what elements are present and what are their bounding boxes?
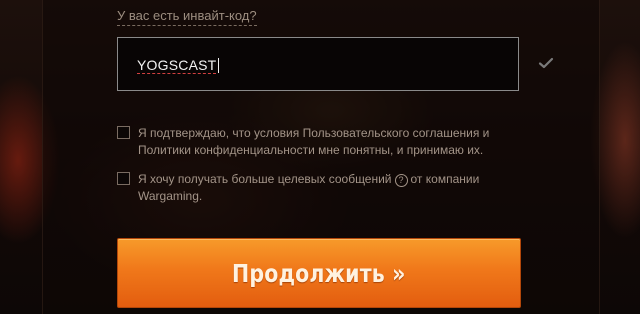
invite-code-toggle-link[interactable]: У вас есть инвайт-код? <box>117 8 257 26</box>
terms-agreement-row: Я подтверждаю, что условия Пользовательс… <box>117 125 537 159</box>
text-caret <box>218 58 220 73</box>
caret-wrapper <box>217 58 220 76</box>
marketing-consent-text: Я хочу получать больше целевых сообщений… <box>138 171 533 205</box>
marketing-checkbox[interactable] <box>117 172 130 185</box>
terms-agreement-text: Я подтверждаю, что условия Пользовательс… <box>138 126 490 157</box>
terms-checkbox[interactable] <box>117 126 130 139</box>
marketing-consent-row: Я хочу получать больше целевых сообщений… <box>117 171 537 205</box>
invite-code-input[interactable]: YOGSCAST <box>117 37 519 91</box>
invite-code-text: YOGSCAST <box>137 57 217 74</box>
continue-button-label: Продолжить » <box>232 258 406 288</box>
check-icon <box>538 57 554 69</box>
marketing-text-before: Я хочу получать больше целевых сообщений <box>138 172 392 186</box>
continue-button[interactable]: Продолжить » <box>117 238 521 308</box>
help-icon[interactable]: ? <box>394 174 408 187</box>
